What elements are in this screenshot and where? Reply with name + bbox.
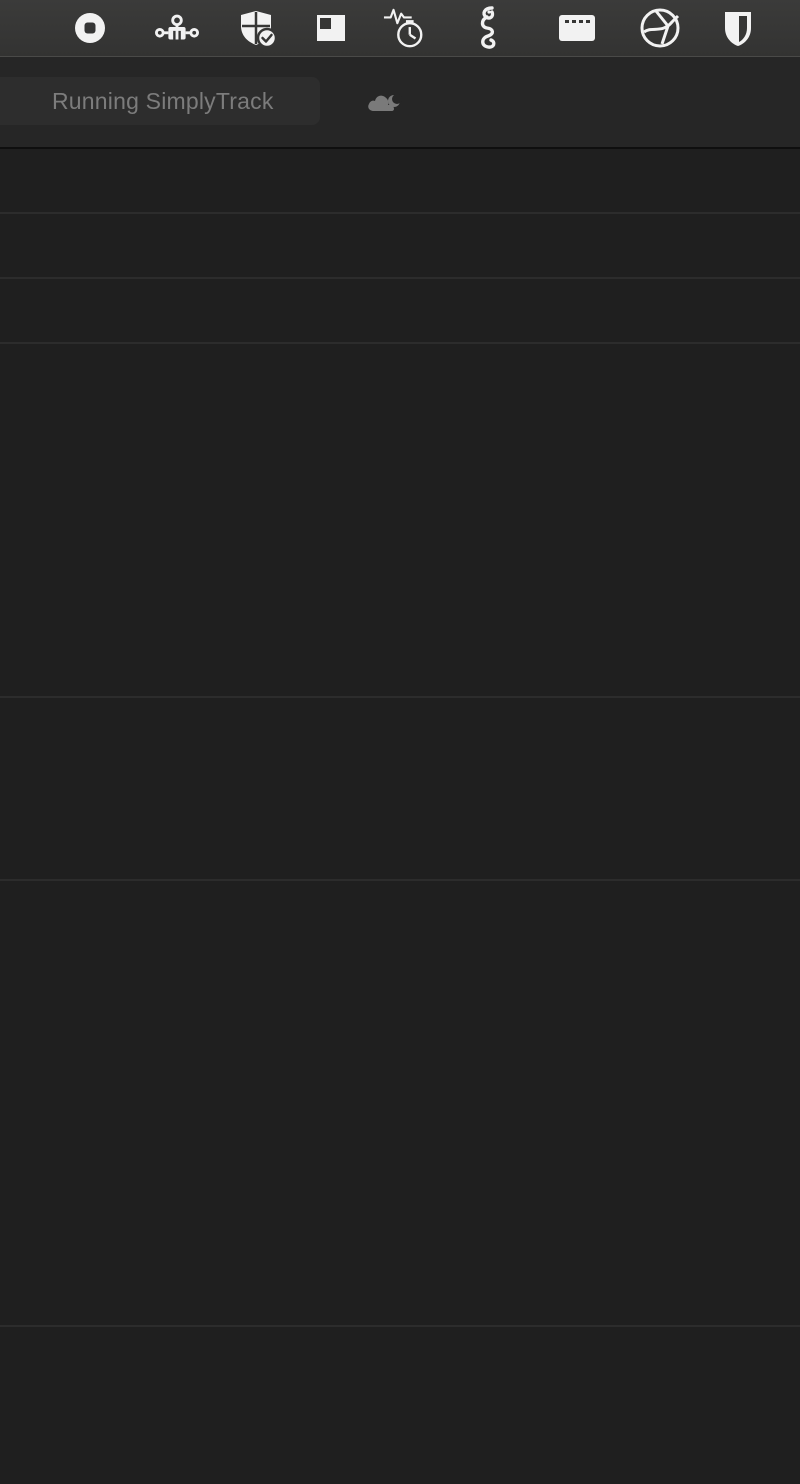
list-row: [0, 149, 800, 214]
shield-half-icon[interactable]: [716, 6, 760, 50]
seahorse-icon[interactable]: [466, 6, 510, 50]
status-pill: Running SimplyTrack: [0, 77, 320, 125]
activity-timer-icon[interactable]: [383, 6, 427, 50]
status-text: Running SimplyTrack: [52, 87, 274, 114]
globe-icon[interactable]: [638, 6, 682, 50]
network-nodes-icon[interactable]: [155, 6, 199, 50]
list-row: [0, 881, 800, 1327]
list-row: [0, 698, 800, 881]
keyboard-icon[interactable]: [555, 6, 599, 50]
list-row: [0, 344, 800, 698]
list-row: [0, 1327, 800, 1484]
window-layout-icon[interactable]: [309, 6, 353, 50]
shield-check-icon[interactable]: [236, 6, 280, 50]
stop-circle-icon[interactable]: [68, 6, 112, 50]
menu-bar: [0, 0, 800, 57]
list-row: [0, 214, 800, 279]
app-toolbar: Running SimplyTrack: [0, 57, 800, 149]
list-row: [0, 279, 800, 344]
cloud-moon-icon[interactable]: [364, 85, 404, 119]
